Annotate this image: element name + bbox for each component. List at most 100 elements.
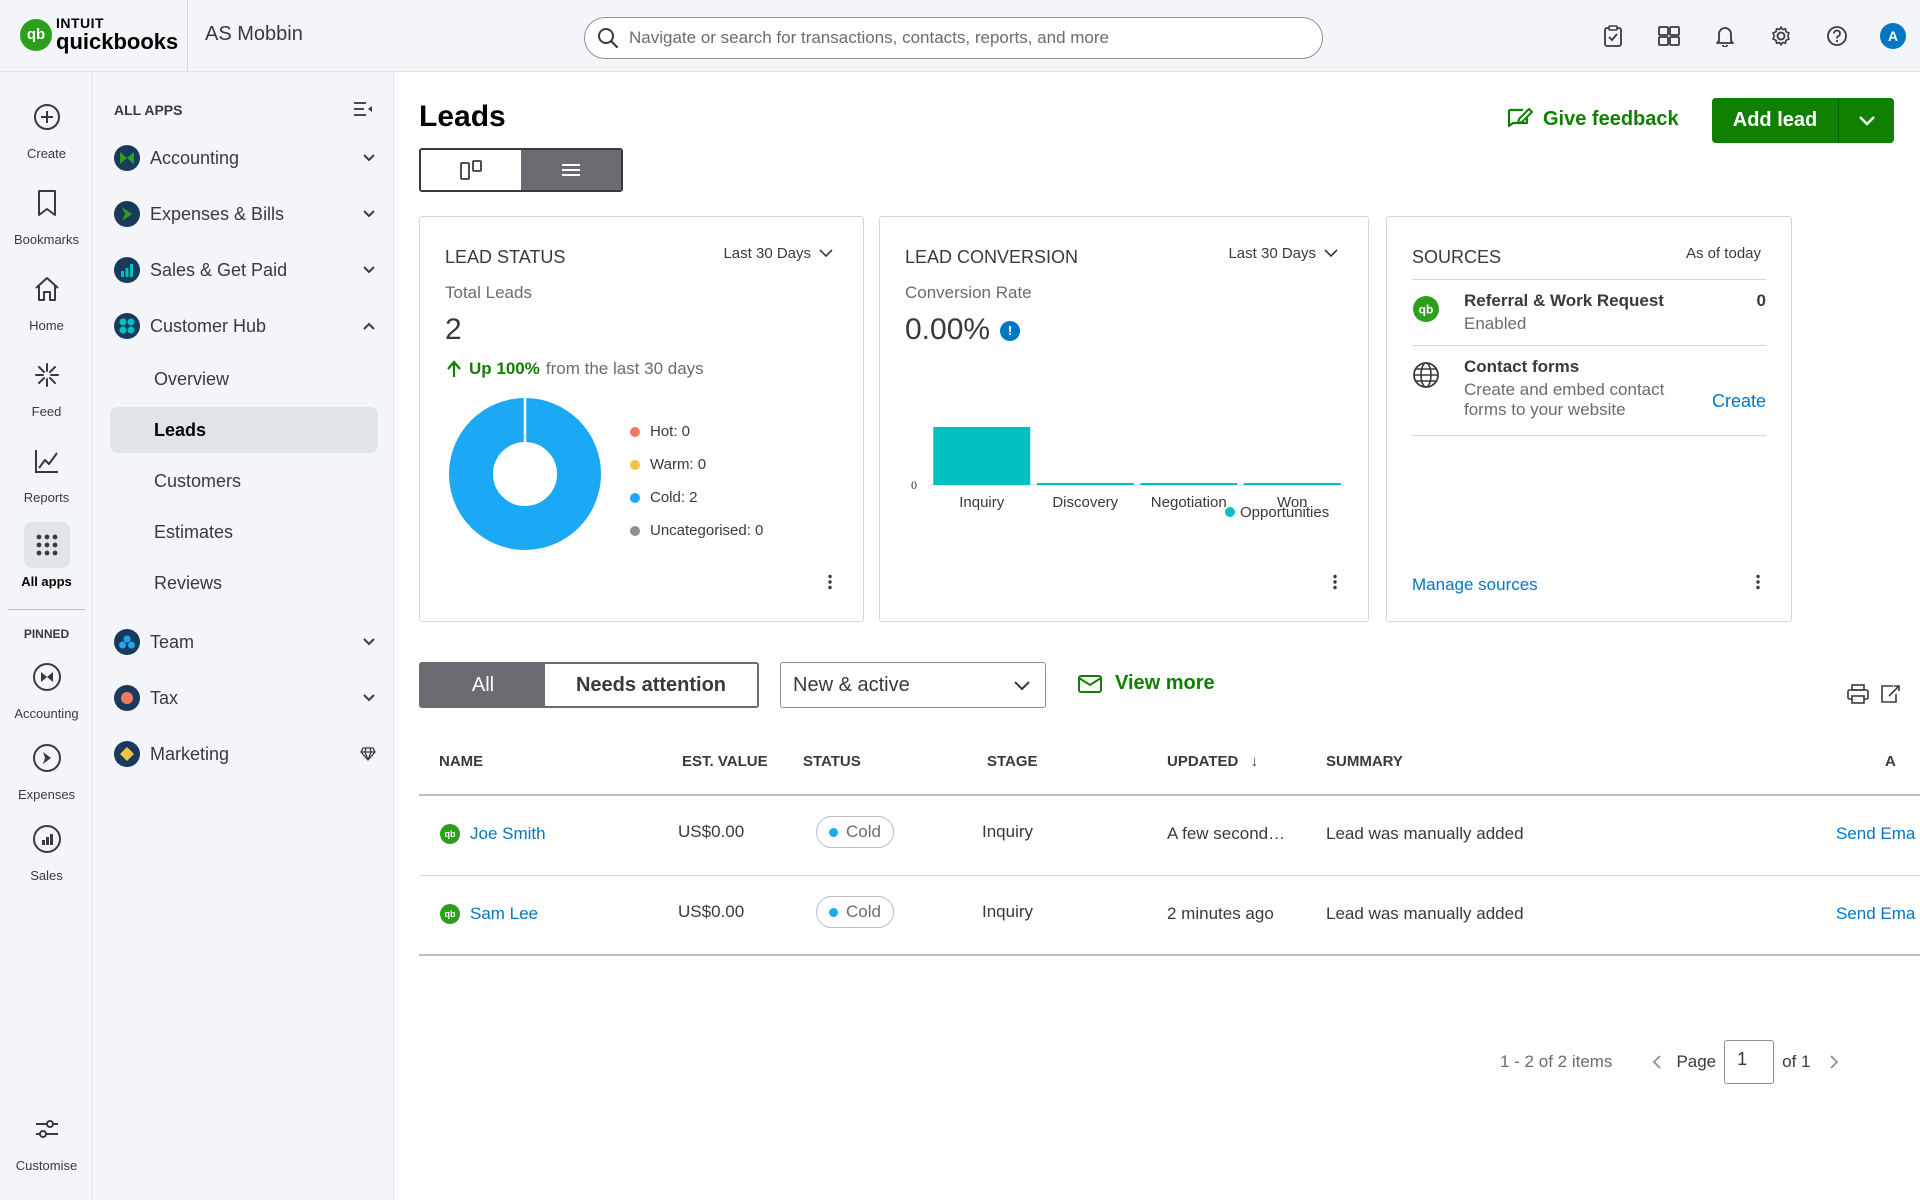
create-contact-form-link[interactable]: Create xyxy=(1712,391,1766,412)
tab-needs-attention[interactable]: Needs attention xyxy=(545,664,757,706)
source-referral-count: 0 xyxy=(1756,291,1766,310)
company-name[interactable]: AS Mobbin xyxy=(205,23,303,46)
col-stage[interactable]: STAGE xyxy=(987,753,1038,770)
chevron-right-icon[interactable] xyxy=(1829,1054,1839,1070)
lead-status-more-icon[interactable] xyxy=(827,574,833,595)
app-tax-label: Tax xyxy=(150,687,179,708)
tab-all[interactable]: All xyxy=(421,664,545,706)
rail-pinned-expenses[interactable]: Expenses xyxy=(0,735,93,802)
manage-sources-link[interactable]: Manage sources xyxy=(1412,575,1538,595)
lead-est-value: US$0.00 xyxy=(678,902,745,921)
rail-home[interactable]: Home xyxy=(0,266,93,333)
app-sales-get-paid[interactable]: Sales & Get Paid xyxy=(114,250,376,290)
nav-reviews[interactable]: Reviews xyxy=(110,560,378,606)
col-summary[interactable]: SUMMARY xyxy=(1326,753,1403,770)
lead-updated: 2 minutes ago xyxy=(1167,904,1274,923)
bell-icon[interactable] xyxy=(1708,19,1742,53)
rail-pinned-accounting-label: Accounting xyxy=(14,706,79,721)
rail-pinned-sales[interactable]: Sales xyxy=(0,816,93,883)
lead-name: Sam Lee xyxy=(470,904,539,923)
nav-customers[interactable]: Customers xyxy=(110,458,378,504)
total-leads-label: Total Leads xyxy=(445,283,532,302)
lead-name-link[interactable]: qb Joe Smith xyxy=(440,824,546,844)
nav-leads[interactable]: Leads xyxy=(110,407,378,453)
app-customer-hub[interactable]: Customer Hub xyxy=(114,306,376,346)
legend-label: Cold: 2 xyxy=(650,489,698,506)
list-view-button[interactable] xyxy=(521,150,621,190)
app-marketing[interactable]: Marketing xyxy=(114,734,376,774)
app-tax[interactable]: Tax xyxy=(114,678,376,718)
rail-create[interactable]: Create xyxy=(0,94,93,161)
chevron-down-icon xyxy=(363,210,375,218)
lead-status-range-dropdown[interactable]: Last 30 Days xyxy=(723,245,833,262)
status-dot xyxy=(829,827,838,837)
conversion-rate-value: 0.00% xyxy=(905,313,991,346)
lead-stage: Inquiry xyxy=(982,822,1034,841)
clipboard-check-icon[interactable] xyxy=(1596,19,1630,53)
chevron-left-icon[interactable] xyxy=(1652,1054,1662,1070)
page-title: Leads xyxy=(419,100,506,133)
lead-name: Joe Smith xyxy=(470,824,546,843)
chevron-down-icon xyxy=(1014,680,1030,690)
status-badge: Cold xyxy=(816,896,894,928)
sources-more-icon[interactable] xyxy=(1755,574,1761,595)
app-accounting-label: Accounting xyxy=(150,147,240,168)
add-lead-menu-button[interactable] xyxy=(1838,98,1894,143)
info-icon[interactable]: ! xyxy=(1000,320,1021,341)
col-updated[interactable]: UPDATED ↓ xyxy=(1167,753,1258,770)
give-feedback-link[interactable]: Give feedback xyxy=(1505,106,1679,132)
col-name[interactable]: NAME xyxy=(439,753,483,770)
svg-text:qb: qb xyxy=(1419,303,1434,317)
app-accounting[interactable]: Accounting xyxy=(114,138,376,178)
rail-customise[interactable]: Customise xyxy=(0,1106,93,1173)
lead-status-title: LEAD STATUS xyxy=(445,247,566,267)
table-bottom-divider xyxy=(419,954,1920,956)
lead-name-link[interactable]: qb Sam Lee xyxy=(440,904,538,924)
legend-item: Cold: 2 xyxy=(630,481,763,514)
rail-pinned-accounting[interactable]: Accounting xyxy=(0,654,93,721)
rail-feed[interactable]: Feed xyxy=(0,352,93,419)
search-input[interactable] xyxy=(629,28,1309,48)
nav-overview[interactable]: Overview xyxy=(110,356,378,402)
send-email-link[interactable]: Send Ema xyxy=(1836,904,1920,924)
print-icon[interactable] xyxy=(1847,684,1869,709)
col-est-value[interactable]: EST. VALUE xyxy=(682,753,768,770)
rail-divider xyxy=(8,609,85,610)
user-avatar[interactable]: A xyxy=(1876,19,1910,53)
lead-conversion-more-icon[interactable] xyxy=(1332,574,1338,595)
rail-all-apps[interactable]: All apps xyxy=(0,522,93,589)
pagination: 1 - 2 of 2 items Page 1 of 1 xyxy=(1500,1040,1839,1084)
board-view-button[interactable] xyxy=(421,150,521,190)
col-actions[interactable]: A xyxy=(1885,753,1896,770)
rail-bookmarks[interactable]: Bookmarks xyxy=(0,180,93,247)
rail-reports[interactable]: Reports xyxy=(0,438,93,505)
lead-conversion-range-dropdown[interactable]: Last 30 Days xyxy=(1228,245,1338,262)
page-total: of 1 xyxy=(1782,1052,1811,1071)
total-leads-value: 2 xyxy=(445,313,462,346)
col-status[interactable]: STATUS xyxy=(803,753,861,770)
table-row[interactable]: qb Joe Smith US$0.00 Cold Inquiry A few … xyxy=(419,796,1920,875)
sources-divider xyxy=(1412,435,1766,436)
arrow-up-icon xyxy=(447,360,461,377)
customer-hub-app-icon xyxy=(114,313,140,339)
gear-icon[interactable] xyxy=(1764,19,1798,53)
sources-divider xyxy=(1412,345,1766,346)
help-icon[interactable] xyxy=(1820,19,1854,53)
add-lead-button[interactable]: Add lead xyxy=(1712,98,1838,143)
app-expenses-bills[interactable]: Expenses & Bills xyxy=(114,194,376,234)
quickbooks-logo[interactable]: qb INTUIT quickbooks xyxy=(20,16,178,53)
collapse-panel-icon[interactable] xyxy=(353,100,373,123)
global-search[interactable] xyxy=(584,17,1323,59)
page-number-input[interactable]: 1 xyxy=(1724,1040,1775,1084)
apps-switch-icon[interactable] xyxy=(1652,19,1686,53)
view-more-link[interactable]: View more xyxy=(1077,672,1215,695)
app-sales-label: Sales & Get Paid xyxy=(150,259,288,280)
conversion-rate-value-row: 0.00%! xyxy=(905,313,1021,347)
export-icon[interactable] xyxy=(1879,684,1901,709)
lead-status-select[interactable]: New & active xyxy=(780,662,1046,708)
x-tick-label: Discovery xyxy=(1052,494,1118,511)
app-team[interactable]: Team xyxy=(114,622,376,662)
table-row[interactable]: qb Sam Lee US$0.00 Cold Inquiry 2 minute… xyxy=(419,876,1920,955)
nav-estimates[interactable]: Estimates xyxy=(110,509,378,555)
send-email-link[interactable]: Send Ema xyxy=(1836,824,1920,844)
